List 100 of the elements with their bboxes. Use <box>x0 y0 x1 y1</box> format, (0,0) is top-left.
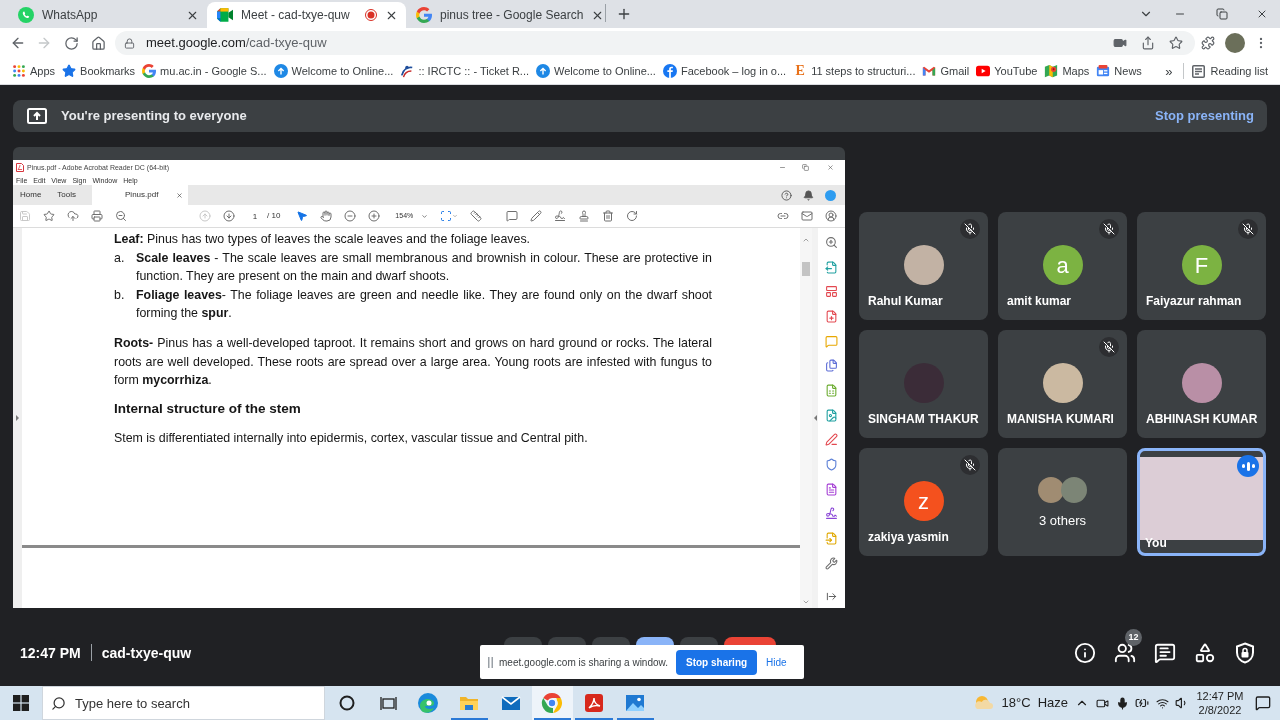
documents-icon[interactable] <box>825 359 838 373</box>
bookmark[interactable]: :: IRCTC :: - Ticket R... <box>400 62 530 80</box>
grip-icon[interactable] <box>488 656 493 668</box>
stamp-icon[interactable] <box>578 210 591 222</box>
shield-lock-icon[interactable] <box>1234 642 1256 664</box>
list-item-text: Scale leaves - The scale leaves are small membranous and brownish in colour. These are protective in function. They are present on the main and dwarf shoots. <box>136 249 712 286</box>
document-arrow-icon[interactable] <box>825 260 838 274</box>
microphone-icon[interactable] <box>1115 696 1129 710</box>
call-control-button[interactable] <box>636 637 674 645</box>
trash-icon[interactable] <box>602 210 615 222</box>
document-input-icon[interactable] <box>825 532 838 546</box>
account-icon[interactable] <box>825 210 837 222</box>
back-icon[interactable] <box>10 35 26 51</box>
close-icon[interactable] <box>1256 8 1268 20</box>
bookmark[interactable]: Maps <box>1044 62 1090 80</box>
bookmark[interactable]: Apps <box>12 62 56 80</box>
call-control-button[interactable] <box>724 637 776 645</box>
home-icon[interactable] <box>90 35 106 51</box>
hand-icon[interactable] <box>320 210 333 222</box>
cloud-upload-icon[interactable] <box>67 210 79 222</box>
start-icon[interactable] <box>13 695 29 711</box>
signature-icon[interactable] <box>554 210 567 222</box>
browser-tab[interactable]: Meet - cad-txye-quw <box>207 2 406 28</box>
more-bookmarks-link[interactable]: » <box>1165 64 1173 78</box>
address-bar[interactable]: meet.google.com/cad-txye-quw <box>115 31 1195 55</box>
pen-icon[interactable] <box>825 433 838 447</box>
minus-circle-icon[interactable] <box>344 210 357 222</box>
ring-icon[interactable] <box>339 695 355 711</box>
wrench-icon[interactable] <box>825 556 838 570</box>
star-icon[interactable] <box>43 210 55 222</box>
reload-icon[interactable] <box>63 35 79 51</box>
document-icon[interactable] <box>825 482 838 496</box>
battery-icon[interactable] <box>1135 696 1149 710</box>
bookmark[interactable]: Welcome to Online... <box>536 62 656 80</box>
bookmark[interactable]: Welcome to Online... <box>273 62 394 80</box>
shapes-icon[interactable] <box>1194 642 1216 664</box>
speech-bubble-icon[interactable] <box>1255 695 1271 711</box>
link-icon[interactable] <box>777 210 789 222</box>
printer-icon[interactable] <box>91 210 103 222</box>
scrollbar-thumb[interactable] <box>802 262 810 276</box>
caret-icon <box>421 212 429 220</box>
plus-icon[interactable] <box>616 6 632 22</box>
spreadsheet-icon[interactable] <box>825 383 838 397</box>
bell-icon[interactable] <box>803 189 814 201</box>
document-plus-icon[interactable] <box>825 309 838 323</box>
rotate-icon[interactable] <box>626 210 639 222</box>
mail-icon[interactable] <box>801 210 813 222</box>
reader-tab[interactable]: Pinus.pdf <box>92 185 189 205</box>
zoom-out-icon[interactable] <box>115 210 127 222</box>
lock-icon <box>124 37 135 49</box>
comment-icon[interactable] <box>506 210 519 222</box>
bookmark[interactable]: mu.ac.in - Google S... <box>142 62 267 80</box>
clock[interactable]: 12:47 PM 2/8/2022 <box>1192 689 1248 717</box>
taskbar-app[interactable] <box>531 686 573 720</box>
bookmark[interactable]: News <box>1096 62 1142 80</box>
site-logo-letter: E <box>794 64 806 78</box>
bar-arrow-icon[interactable] <box>826 591 837 602</box>
hide-link[interactable]: Hide <box>766 654 787 670</box>
people-icon[interactable] <box>1114 642 1136 664</box>
chat-icon[interactable] <box>1154 642 1176 664</box>
reading-list-button[interactable]: Reading list <box>1191 62 1268 80</box>
info-icon[interactable] <box>1074 642 1096 664</box>
triangle-left-icon[interactable] <box>813 415 817 421</box>
stop-presenting-button[interactable]: Stop presenting <box>1155 106 1254 126</box>
task-view-icon[interactable] <box>379 695 397 711</box>
layout-icon[interactable] <box>825 285 838 299</box>
share-icon[interactable] <box>1141 36 1155 50</box>
arrow-down-icon[interactable] <box>223 210 235 222</box>
pointer-icon[interactable] <box>296 210 309 222</box>
plus-circle-icon[interactable] <box>368 210 381 222</box>
bookmark[interactable]: YouTube <box>976 62 1038 80</box>
shield-icon[interactable] <box>825 458 838 472</box>
scrollbar[interactable] <box>800 228 812 608</box>
wifi-icon[interactable] <box>1155 696 1169 710</box>
account-avatar[interactable] <box>825 189 836 201</box>
star-icon <box>62 64 77 78</box>
profile-avatar[interactable] <box>1225 33 1245 53</box>
triangle-right-icon[interactable] <box>16 415 19 421</box>
help-icon[interactable] <box>781 189 792 201</box>
ruler-icon[interactable] <box>470 210 483 222</box>
image-document-icon[interactable] <box>825 408 838 422</box>
bookmark[interactable]: Facebook – log in o... <box>662 62 787 80</box>
search-field[interactable]: Type here to search <box>42 686 325 720</box>
star-icon[interactable] <box>1169 36 1183 50</box>
bookmark[interactable]: Bookmarks <box>62 62 136 80</box>
weather-condition[interactable]: Haze <box>1037 693 1068 713</box>
video-camera-icon[interactable] <box>1113 36 1127 50</box>
weather-temperature[interactable]: 18°C <box>1001 693 1031 713</box>
restore-icon[interactable] <box>1216 8 1228 20</box>
zoom-in-icon[interactable] <box>825 235 838 249</box>
puzzle-icon[interactable] <box>1201 36 1215 50</box>
corner-brackets-icon[interactable] <box>440 210 453 222</box>
signature-icon[interactable] <box>825 507 838 521</box>
stop-sharing-button[interactable]: Stop sharing <box>676 649 758 675</box>
bookmark[interactable]: Gmail <box>922 62 970 80</box>
photo-placeholder <box>1061 477 1087 503</box>
pencil-icon[interactable] <box>530 210 543 222</box>
minimize-icon[interactable] <box>779 164 786 171</box>
bookmark[interactable]: E 11 steps to structuri... <box>793 62 916 80</box>
restore-icon[interactable] <box>802 164 809 171</box>
